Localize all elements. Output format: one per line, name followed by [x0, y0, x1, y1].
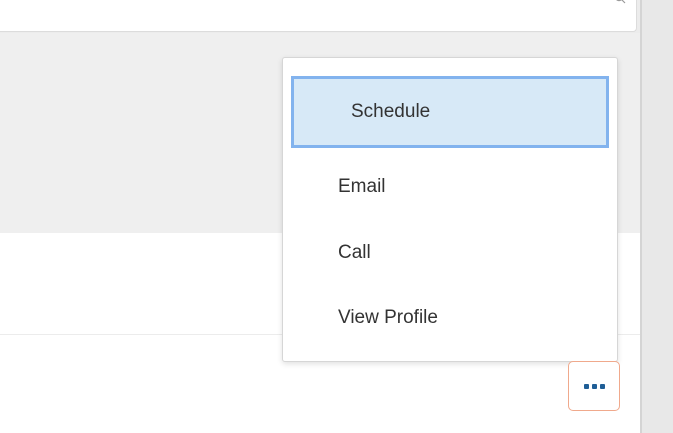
scrollbar-track[interactable] [640, 0, 673, 433]
search-icon[interactable] [614, 0, 626, 4]
actions-dropdown-menu: Schedule Email Call View Profile [282, 57, 618, 362]
menu-item-label: Call [338, 242, 371, 263]
menu-item-call[interactable]: Call [283, 233, 617, 273]
ellipsis-icon [591, 383, 597, 389]
scrollbar-edge [640, 0, 642, 433]
more-actions-button[interactable] [568, 361, 620, 411]
menu-item-email[interactable]: Email [283, 167, 617, 207]
menu-item-label: Schedule [351, 101, 431, 122]
ellipsis-icon [583, 383, 589, 389]
menu-item-label: View Profile [338, 307, 438, 328]
ellipsis-icon [599, 383, 605, 389]
search-bar[interactable] [0, 0, 637, 32]
menu-item-view-profile[interactable]: View Profile [283, 298, 617, 338]
menu-item-schedule[interactable]: Schedule [291, 76, 609, 148]
menu-item-label: Email [338, 176, 386, 197]
